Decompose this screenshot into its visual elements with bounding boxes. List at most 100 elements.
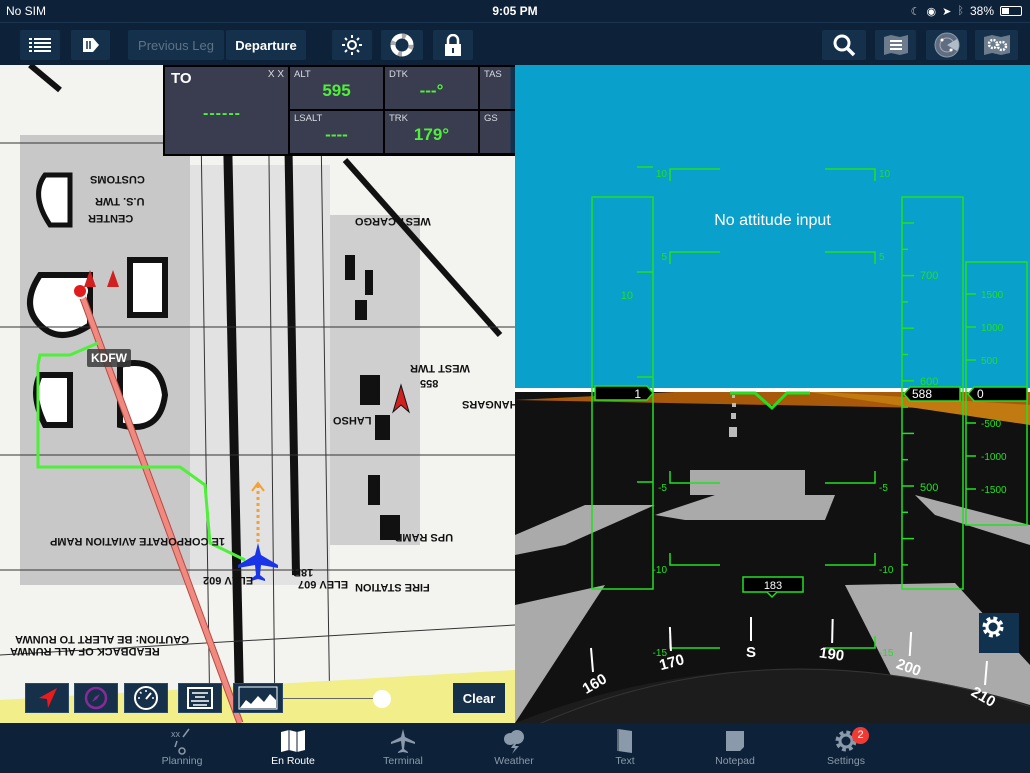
heading-tick (831, 618, 834, 644)
tab-label: Weather (494, 755, 534, 767)
profile-view-button[interactable] (233, 683, 283, 713)
search-button[interactable] (822, 30, 866, 60)
heading-readout: 183 (764, 580, 782, 592)
databar-cell-label: GS (484, 113, 498, 124)
profile-view-icon (238, 686, 278, 710)
vsi-tick-label: -1000 (981, 452, 1007, 463)
tab-text[interactable]: Text (580, 727, 670, 767)
pitch-ladder-right (825, 251, 876, 264)
map-settings-button[interactable] (975, 30, 1018, 60)
emergency-button[interactable] (381, 30, 423, 60)
pitch-ladder-label: 5 (661, 252, 667, 263)
brightness-icon (342, 35, 362, 55)
moon-icon: ☾ (910, 5, 921, 18)
pitch-ladder-label: -15 (879, 648, 894, 659)
notepad-icon (690, 727, 780, 755)
heading-tick (668, 626, 672, 652)
tab-en-route[interactable]: En Route (248, 727, 338, 767)
tab-terminal[interactable]: Terminal (358, 727, 448, 767)
pitch-ladder-left (669, 251, 720, 264)
lifebuoy-icon (390, 33, 414, 57)
altitude-readout: 588 (912, 387, 932, 401)
compass-icon (84, 686, 108, 710)
databar-cell-label: DTK (389, 69, 408, 80)
battery-icon (1000, 6, 1022, 16)
gauge-icon (134, 686, 158, 710)
databar-cell[interactable]: LSALT ---- (290, 111, 383, 153)
lock-icon (445, 34, 461, 56)
settings-badge: 2 (852, 727, 869, 744)
track-up-icon (39, 688, 57, 708)
to-value: ------ (203, 105, 241, 122)
rotation-lock-icon: ◉ (926, 5, 937, 18)
map-settings-icon (983, 35, 1010, 55)
battery-percent: 38% (969, 4, 994, 18)
weather-icon (469, 727, 559, 755)
flight-plan-icon (82, 38, 99, 52)
tab-label: Text (615, 755, 635, 767)
tab-label: Notepad (715, 755, 755, 767)
menu-button[interactable] (20, 30, 60, 60)
previous-leg-button[interactable]: Previous Leg (128, 30, 224, 60)
pitch-ladder-label: 10 (879, 169, 891, 180)
pitch-ladder-left (669, 168, 720, 181)
departure-button[interactable]: Departure (226, 30, 306, 60)
to-label: TO (171, 70, 192, 87)
synthetic-vision-pane[interactable]: 10 1 700 600 500 588 1500 1000 500 -500 -1000 -1500… (515, 65, 1030, 723)
menu-list-icon (29, 38, 51, 52)
track-up-button[interactable] (25, 683, 69, 713)
flight-plan-button[interactable] (71, 30, 110, 60)
airspeed-readout: 1 (634, 387, 641, 401)
instrument-panel-button[interactable] (178, 683, 222, 713)
gauge-button[interactable] (124, 683, 168, 713)
to-close[interactable]: X X (268, 69, 284, 80)
instrument-panel-icon (187, 687, 213, 709)
tab-label: Settings (827, 755, 865, 767)
tab-label: Planning (161, 755, 203, 767)
profile-slider-knob[interactable] (373, 690, 391, 708)
databar-cell[interactable]: ALT 595 (290, 67, 383, 109)
synthetic-vision-display: 10170060050058815001000500-500-1000-1500… (515, 166, 1030, 723)
databar-cell[interactable]: TRK 179° (385, 111, 478, 153)
databar-cell-label: ALT (294, 69, 311, 80)
document-icon (580, 727, 670, 755)
vsi-tick-label: 1000 (981, 323, 1004, 334)
heading-tick (908, 631, 913, 657)
radar-icon (934, 32, 959, 58)
to-waypoint-cell[interactable]: TO X X ------ (165, 67, 288, 154)
pitch-ladder-label: 5 (879, 252, 885, 263)
gear-icon (801, 727, 891, 755)
brightness-button[interactable] (332, 30, 372, 60)
tab-notepad[interactable]: Notepad (690, 727, 780, 767)
map-layers-icon (883, 35, 908, 55)
radar-button[interactable] (926, 30, 967, 60)
clear-button[interactable]: Clear (453, 683, 505, 713)
battery-fill (1002, 8, 1009, 14)
pitch-ladder-label: -5 (879, 483, 888, 494)
lock-button[interactable] (433, 30, 473, 60)
profile-slider-track[interactable] (283, 698, 383, 699)
sv-settings-button[interactable] (979, 613, 1019, 653)
tab-settings[interactable]: Settings 2 (801, 727, 891, 767)
search-icon (833, 34, 856, 57)
airplane-icon (358, 727, 448, 755)
taxi-diagram-map[interactable]: CENTER CUSTOMS U.S. TWR WEST CARGO WEST … (0, 65, 515, 723)
airport-label-kdfw[interactable]: KDFW (87, 349, 131, 367)
databar-cell-label: LSALT (294, 113, 323, 124)
pitch-ladder-label: 10 (656, 169, 668, 180)
tab-planning[interactable]: xx Planning (137, 727, 227, 767)
location-arrow-icon: ➤ (942, 5, 952, 18)
tab-weather[interactable]: Weather (469, 727, 559, 767)
pitch-ladder-label: -10 (653, 565, 668, 576)
databar-cell[interactable]: DTK ---° (385, 67, 478, 109)
databar-cell-label: TAS (484, 69, 502, 80)
tab-label: En Route (271, 755, 315, 767)
pitch-ladder-right (825, 168, 876, 181)
pitch-ladder-label: -5 (658, 483, 667, 494)
airspeed-readout-box (594, 385, 654, 401)
heading-label: S (746, 644, 756, 661)
tab-label: Terminal (383, 755, 423, 767)
compass-button[interactable] (74, 683, 118, 713)
map-layers-button[interactable] (875, 30, 916, 60)
vsi-readout: 0 (977, 387, 984, 401)
